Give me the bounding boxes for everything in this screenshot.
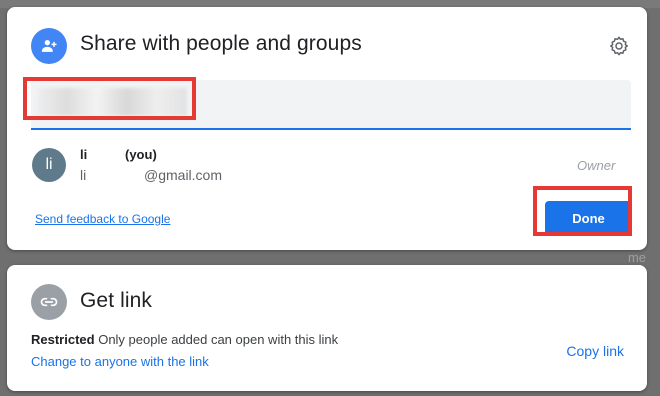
get-link-title: Get link [80,289,152,312]
link-icon [31,284,67,320]
owner-role-label: Owner [577,158,616,173]
settings-gear-icon[interactable] [607,34,631,58]
copy-link-button[interactable]: Copy link [566,343,624,359]
change-access-link[interactable]: Change to anyone with the link [31,354,209,369]
user-name: li [80,147,88,162]
restricted-label: Restricted [31,332,95,347]
background-text: me [627,250,646,265]
restricted-description: Only people added can open with this lin… [98,332,339,347]
user-email-domain: @gmail.com [144,167,223,183]
get-link-panel: Get link Restricted Only people added ca… [7,265,647,391]
user-you-label: (you) [125,147,157,162]
send-feedback-link[interactable]: Send feedback to Google [35,212,170,226]
done-button[interactable]: Done [545,201,632,235]
dialog-title: Share with people and groups [80,32,362,55]
restriction-info: Restricted Only people added can open wi… [31,332,338,347]
share-dialog: Share with people and groups li li (you)… [7,7,647,250]
avatar: li [32,148,66,182]
add-people-field[interactable] [31,80,631,130]
add-people-input[interactable] [31,80,631,128]
user-email-prefix: li [80,167,87,183]
add-person-icon [31,28,67,64]
